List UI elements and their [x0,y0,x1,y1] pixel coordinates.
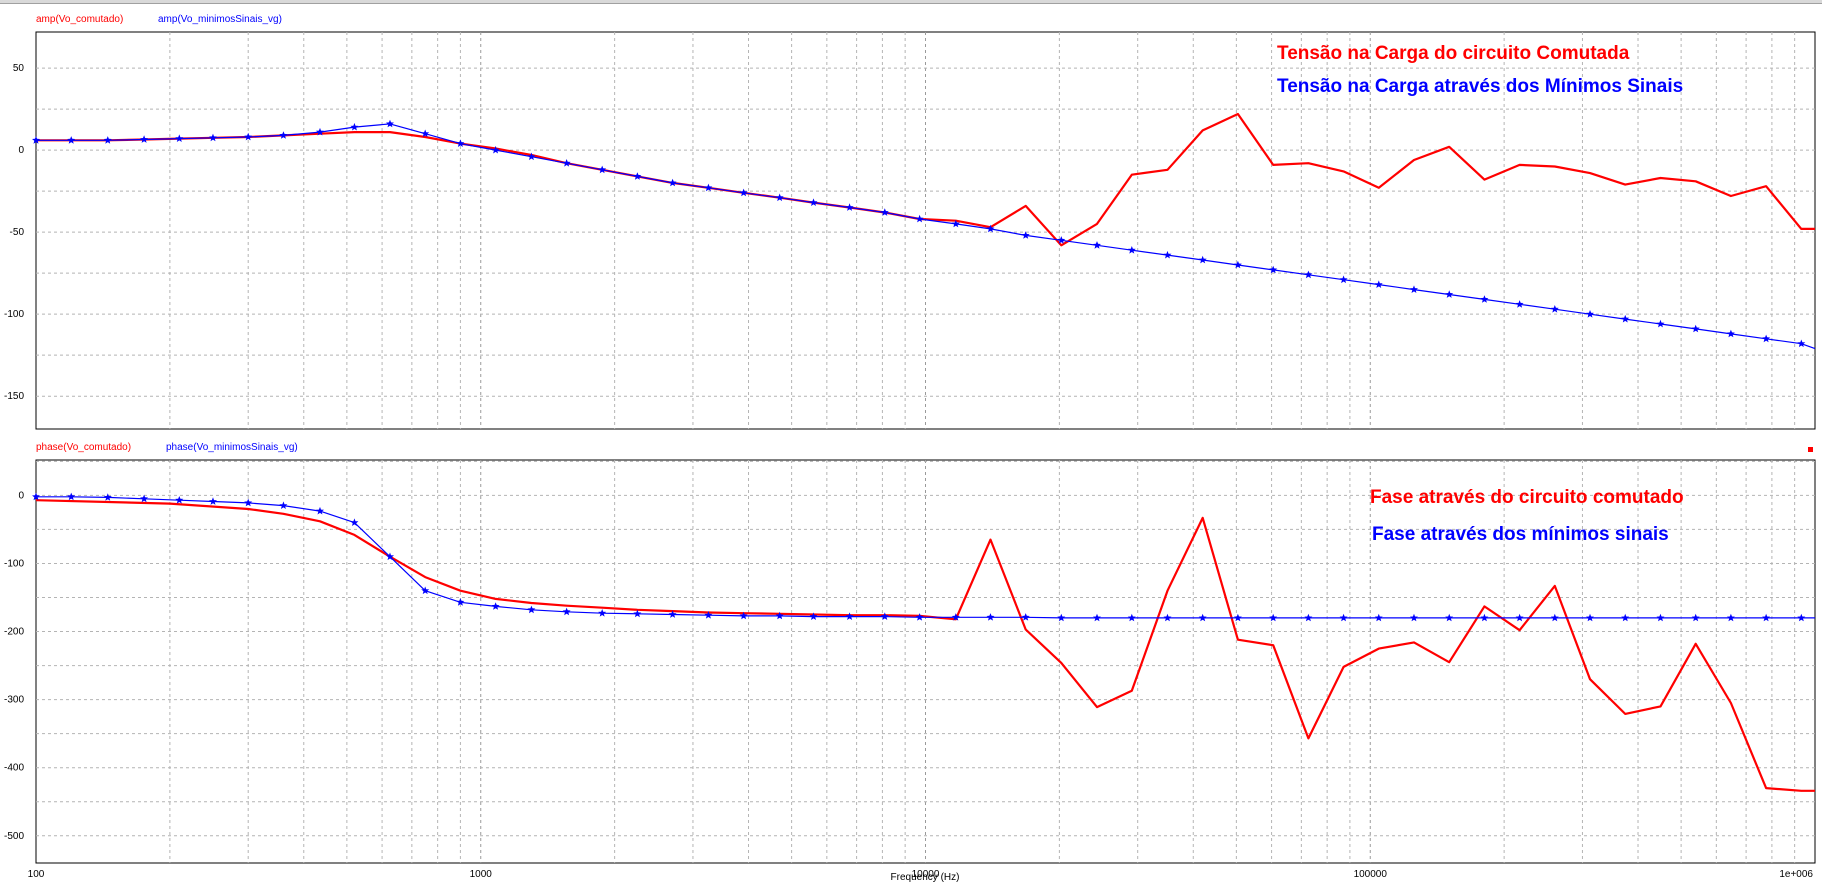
y-tick-label: 0 [18,145,24,156]
y-tick-label: -300 [4,695,24,706]
legend-amp-comutado: amp(Vo_comutado) [36,14,123,25]
annotation-amp-comutado: Tensão na Carga do circuito Comutada [1277,43,1630,64]
y-tick-label: 50 [13,63,25,74]
x-tick-label: 1000 [470,869,493,880]
phase-y-ticks: 0 -100 -200 -300 -400 -500 [4,490,24,841]
y-tick-label: -100 [4,558,24,569]
y-tick-label: -400 [4,763,24,774]
y-tick-label: -200 [4,627,24,638]
x-tick-label: 1e+006 [1779,869,1813,880]
phase-panel: 0 -100 -200 -300 -400 -500 phase(Vo_comutado)… [4,442,1816,883]
x-axis-title: Frequency (Hz) [891,872,960,883]
annotation-phase-comutado: Fase através do circuito comutado [1370,487,1684,508]
y-tick-label: -50 [10,227,25,238]
marker-square [1808,447,1813,452]
x-tick-label: 100000 [1354,869,1388,880]
y-tick-label: -500 [4,831,24,842]
bode-plot: 50 0 -50 -100 -150 amp(Vo_comutado) amp(Vo_m… [4,14,1816,883]
legend-phase-comutado: phase(Vo_comutado) [36,442,131,453]
x-tick-label: 100 [28,869,45,880]
y-tick-label: -150 [4,391,24,402]
y-tick-label: -100 [4,309,24,320]
annotation-amp-minimos: Tensão na Carga através dos Mínimos Sina… [1277,76,1683,97]
y-tick-label: 0 [18,490,24,501]
amplitude-panel: 50 0 -50 -100 -150 amp(Vo_comutado) amp(Vo_m… [4,14,1816,430]
legend-amp-minimos: amp(Vo_minimosSinais_vg) [158,14,282,25]
legend-phase-minimos: phase(Vo_minimosSinais_vg) [166,442,298,453]
annotation-phase-minimos: Fase através dos mínimos sinais [1372,524,1669,545]
amplitude-y-ticks: 50 0 -50 -100 -150 [4,63,24,402]
